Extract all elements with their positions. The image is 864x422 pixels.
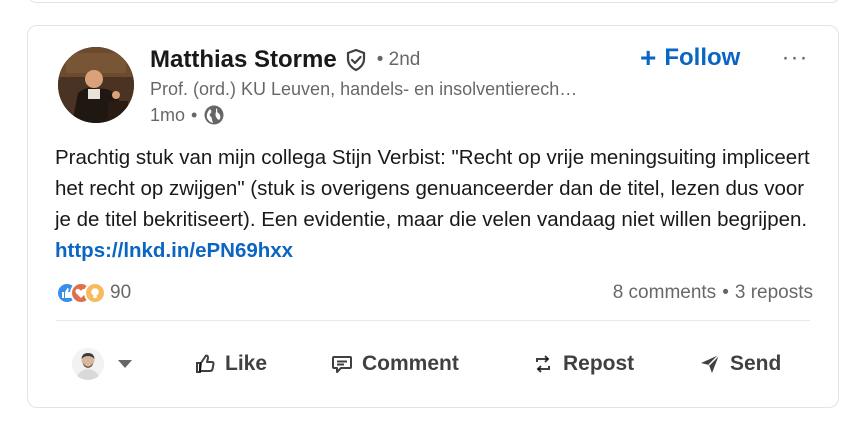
comment-label: Comment — [362, 352, 459, 375]
more-options-button[interactable]: ··· — [780, 44, 810, 72]
like-label: Like — [225, 352, 268, 375]
insightful-icon — [84, 282, 106, 304]
author-headline: Prof. (ord.) KU Leuven, handels- en inso… — [150, 79, 578, 99]
post-time[interactable]: 1mo — [150, 105, 185, 126]
repost-icon — [536, 355, 550, 373]
counts-separator: • — [722, 282, 729, 303]
comment-button[interactable]: Comment — [330, 346, 459, 382]
plus-icon: + — [640, 42, 657, 73]
viewer-avatar — [72, 348, 104, 380]
reposts-count[interactable]: 3 reposts — [735, 282, 813, 304]
reactions-summary[interactable]: 90 — [56, 282, 131, 304]
follow-label: Follow — [664, 44, 741, 71]
feed-post-card: Matthias Storme • 2nd Prof. (ord.) KU Le… — [27, 25, 839, 408]
repost-label: Repost — [563, 352, 635, 375]
author-avatar[interactable] — [58, 47, 134, 123]
repost-button[interactable]: Repost — [531, 346, 634, 382]
author-name[interactable]: Matthias Storme — [150, 46, 337, 74]
engagement-counts: 8 comments • 3 reposts — [613, 282, 813, 304]
connection-degree: • 2nd — [376, 49, 421, 70]
reaction-identity-selector[interactable] — [72, 348, 132, 380]
post-text: Prachtig stuk van mijn collega Stijn Ver… — [55, 142, 825, 266]
actions-divider — [56, 320, 810, 321]
send-button[interactable]: Send — [698, 346, 781, 382]
follow-button[interactable]: + Follow — [640, 43, 740, 73]
previous-post-card — [27, 0, 841, 3]
reaction-count[interactable]: 90 — [110, 282, 131, 304]
globe-icon — [203, 104, 225, 126]
thumbs-up-icon — [196, 354, 215, 373]
like-button[interactable]: Like — [193, 346, 267, 382]
comment-icon — [332, 356, 352, 373]
post-link[interactable]: https://lnkd.in/ePN69hxx — [55, 239, 293, 262]
post-meta: 1mo • — [150, 104, 225, 126]
action-bar: Like Comment Repost Send — [28, 336, 838, 392]
chevron-down-icon — [118, 360, 132, 368]
send-icon — [701, 354, 720, 373]
comments-count[interactable]: 8 comments — [613, 282, 716, 304]
verified-shield-icon — [345, 48, 367, 72]
meta-separator: • — [191, 104, 198, 125]
post-body: Prachtig stuk van mijn collega Stijn Ver… — [55, 146, 810, 231]
send-label: Send — [730, 352, 782, 375]
author-name-row[interactable]: Matthias Storme • 2nd — [150, 46, 420, 74]
